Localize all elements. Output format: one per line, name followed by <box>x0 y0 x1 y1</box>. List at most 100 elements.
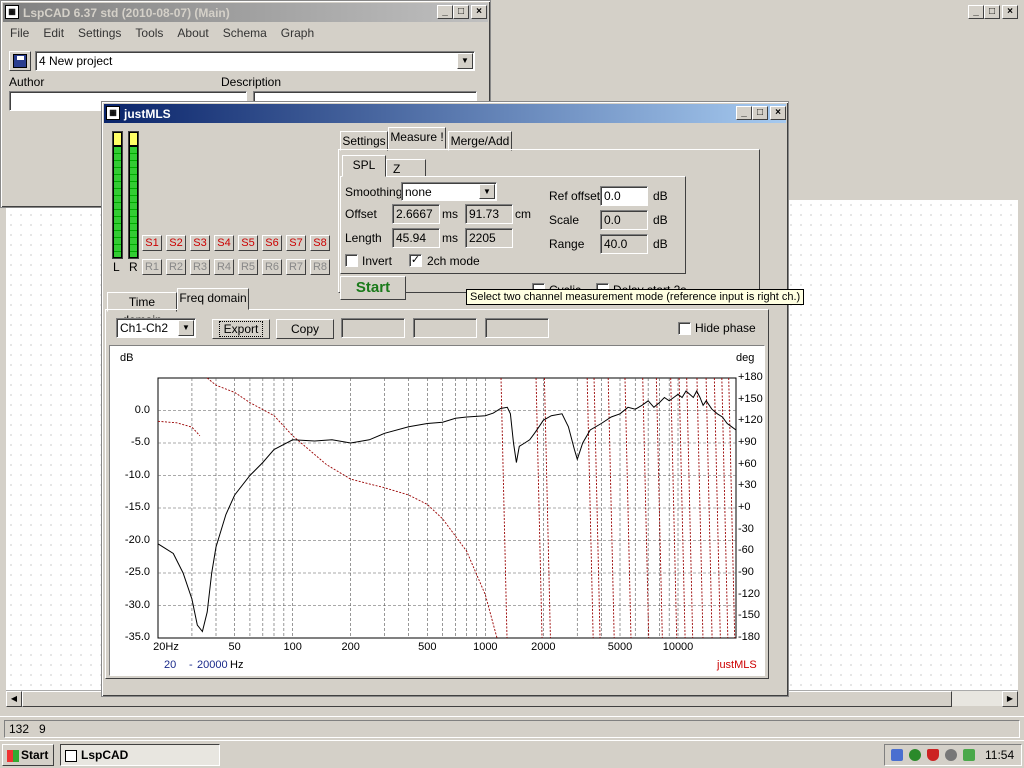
author-label: Author <box>9 75 45 89</box>
y2-tick-label: +60 <box>738 457 757 470</box>
length-ms-unit: ms <box>442 231 458 245</box>
r6-button[interactable]: R6 <box>262 259 282 275</box>
chevron-down-icon[interactable]: ▼ <box>479 184 495 199</box>
windows-logo-icon <box>7 749 19 762</box>
menu-tools[interactable]: Tools <box>135 26 163 40</box>
tab-freq-domain[interactable]: Freq domain <box>177 288 249 310</box>
justmls-maximize-button[interactable]: □ <box>752 106 768 120</box>
range-from-value[interactable]: 20 <box>164 659 176 671</box>
scroll-right-arrow[interactable]: ▶ <box>1002 691 1018 707</box>
justmls-titlebar[interactable]: ▦ justMLS <box>104 104 786 123</box>
readout-box-2 <box>413 318 477 338</box>
menu-edit[interactable]: Edit <box>43 26 64 40</box>
length-label: Length <box>345 231 382 245</box>
shield-icon[interactable] <box>927 749 939 761</box>
copy-button[interactable]: Copy <box>276 319 334 339</box>
length-samples-input[interactable]: 2205 <box>465 228 513 248</box>
s7-button[interactable]: S7 <box>286 235 306 251</box>
scale-label: Scale <box>549 213 580 227</box>
r4-button[interactable]: R4 <box>214 259 234 275</box>
save-button[interactable] <box>9 51 31 71</box>
subtab-spl[interactable]: SPL <box>342 155 386 177</box>
r5-button[interactable]: R5 <box>238 259 258 275</box>
x-tick-label: 20Hz <box>153 641 179 653</box>
y2-tick-label: -150 <box>738 609 761 622</box>
tab-merge-add[interactable]: Merge/Add <box>448 131 512 151</box>
r2-button[interactable]: R2 <box>166 259 186 275</box>
start-button[interactable]: Start <box>340 276 406 300</box>
floppy-disk-icon <box>13 54 27 68</box>
security-icon[interactable] <box>945 749 957 761</box>
s1-button[interactable]: S1 <box>142 235 162 251</box>
ref-offset-input[interactable]: 0.0 <box>600 186 648 206</box>
start-menu-button[interactable]: Start <box>2 744 54 766</box>
x-tick-label: 50 <box>228 641 241 653</box>
hide-phase-checkbox[interactable] <box>678 322 691 335</box>
main-window-titlebar[interactable]: ▦ LspCAD 6.37 std (2010-08-07) (Main) <box>3 3 488 22</box>
s2-button[interactable]: S2 <box>166 235 186 251</box>
menu-settings[interactable]: Settings <box>78 26 121 40</box>
s6-button[interactable]: S6 <box>262 235 282 251</box>
justmls-window: ▦ justMLS _ □ × L R S1 S2 S3 S4 S5 S6 S7… <box>101 101 805 697</box>
y2-tick-label: +30 <box>738 479 757 492</box>
r7-button[interactable]: R7 <box>286 259 306 275</box>
scale-input[interactable]: 0.0 <box>600 210 648 230</box>
smoothing-select[interactable]: none ▼ <box>401 182 497 201</box>
r8-button[interactable]: R8 <box>310 259 330 275</box>
menu-file[interactable]: File <box>10 26 29 40</box>
subtab-z[interactable]: Z <box>386 159 426 177</box>
scroll-left-arrow[interactable]: ◀ <box>6 691 22 707</box>
tab-settings[interactable]: Settings <box>340 131 388 151</box>
menu-about[interactable]: About <box>177 26 208 40</box>
offset-cm-input[interactable]: 91.73 <box>465 204 513 224</box>
project-select-value: 4 New project <box>39 54 113 68</box>
r3-button[interactable]: R3 <box>190 259 210 275</box>
export-button[interactable]: Export <box>212 319 270 339</box>
s8-button[interactable]: S8 <box>310 235 330 251</box>
offset-ms-input[interactable]: 2.6667 <box>392 204 440 224</box>
r1-button[interactable]: R1 <box>142 259 162 275</box>
channel-select[interactable]: Ch1-Ch2 ▼ <box>116 318 196 338</box>
chevron-down-icon[interactable]: ▼ <box>457 53 473 69</box>
s4-button[interactable]: S4 <box>214 235 234 251</box>
length-ms-input[interactable]: 45.94 <box>392 228 440 248</box>
s5-button[interactable]: S5 <box>238 235 258 251</box>
frequency-response-chart[interactable] <box>110 346 765 676</box>
y2-tick-label: +90 <box>738 436 757 448</box>
justmls-minimize-button[interactable]: _ <box>736 106 752 120</box>
s3-button[interactable]: S3 <box>190 235 210 251</box>
tab-measure[interactable]: Measure ! <box>388 127 446 149</box>
description-label: Description <box>221 75 282 89</box>
range-input[interactable]: 40.0 <box>600 234 648 254</box>
offset-ms-unit: ms <box>442 207 458 221</box>
taskbar-item-lspcad[interactable]: LspCAD <box>60 744 220 766</box>
project-select[interactable]: 4 New project ▼ <box>35 51 475 71</box>
y-tick-label: 0.0 <box>134 403 150 416</box>
volume-icon[interactable] <box>891 749 903 761</box>
main-maximize-button[interactable]: □ <box>453 5 469 19</box>
outer-close-button[interactable]: × <box>1002 5 1018 19</box>
main-close-button[interactable]: × <box>471 5 487 19</box>
y2-tick-label: +180 <box>738 371 763 383</box>
network-icon[interactable] <box>909 749 921 761</box>
range-to-value[interactable]: 20000 <box>197 659 228 671</box>
outer-minimize-button[interactable]: _ <box>968 5 984 19</box>
menu-graph[interactable]: Graph <box>281 26 314 40</box>
outer-maximize-button[interactable]: □ <box>984 5 1000 19</box>
update-icon[interactable] <box>963 749 975 761</box>
x-tick-label: 200 <box>341 641 360 653</box>
y2-tick-label: -180 <box>738 631 761 643</box>
main-minimize-button[interactable]: _ <box>437 5 453 19</box>
justmls-close-button[interactable]: × <box>770 106 786 120</box>
menu-schema[interactable]: Schema <box>223 26 267 40</box>
system-tray: 11:54 <box>884 744 1022 766</box>
ref-offset-unit: dB <box>653 189 668 203</box>
range-unit: dB <box>653 237 668 251</box>
chevron-down-icon[interactable]: ▼ <box>178 320 194 336</box>
chart-panel: dB deg 0.0 -5.0 -10.0 -15.0 -20.0 -25.0 -30.0-… <box>109 345 765 676</box>
offset-cm-unit: cm <box>515 207 531 221</box>
meter-left-label: L <box>113 260 120 274</box>
x-tick-label: 500 <box>418 641 437 653</box>
twoch-mode-checkbox[interactable]: ✓ <box>409 254 422 267</box>
invert-checkbox[interactable] <box>345 254 358 267</box>
